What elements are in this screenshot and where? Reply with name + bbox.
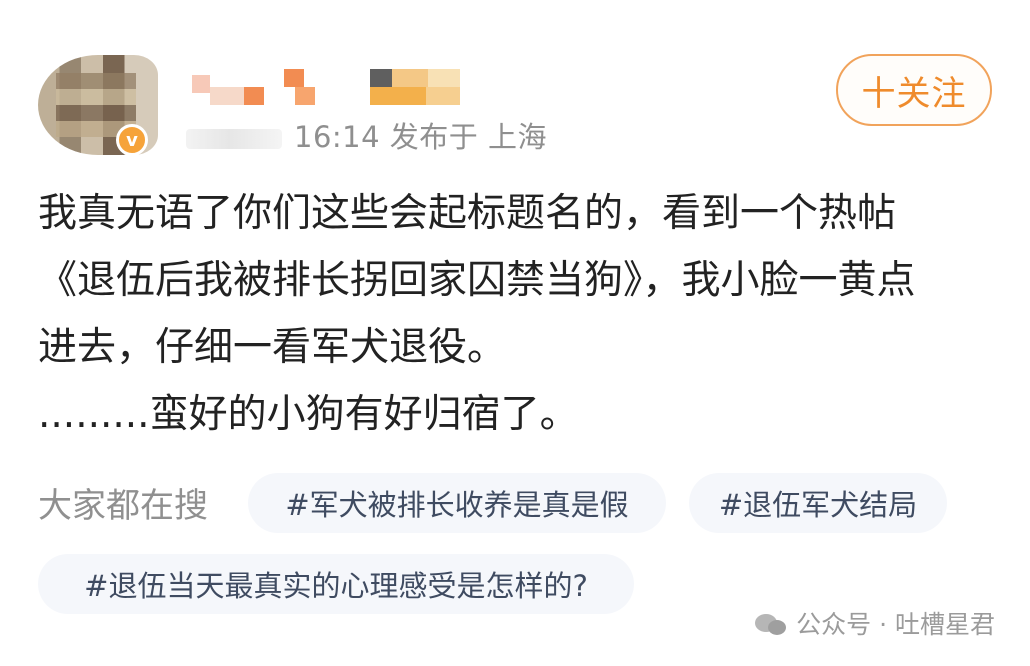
publish-location: 发布于 上海	[389, 120, 548, 154]
username-mosaic-block-7	[392, 69, 428, 87]
post-meta: 16:14 发布于 上海	[186, 114, 547, 156]
watermark-text: 公众号 · 吐槽星君	[796, 610, 995, 639]
username-mosaic-block-5	[295, 87, 315, 105]
username-mosaic-block-8	[428, 69, 460, 87]
follow-button[interactable]: 十关注	[836, 54, 992, 126]
username-mosaic-block-10	[426, 87, 460, 105]
search-tag[interactable]: #退伍军犬结局	[689, 473, 947, 533]
verified-badge-icon: v	[116, 124, 148, 156]
search-tag[interactable]: #军犬被排长收养是真是假	[248, 473, 666, 533]
username-mosaic-block-4	[284, 69, 304, 87]
search-tag[interactable]: #退伍当天最真实的心理感受是怎样的?	[38, 554, 634, 614]
username-mosaic[interactable]	[192, 69, 482, 109]
username-mosaic-block-1	[192, 75, 210, 93]
search-label: 大家都在搜	[38, 486, 208, 526]
username-mosaic-block-9	[370, 87, 426, 105]
post-time: 16:14	[294, 120, 381, 154]
post-content: 我真无语了你们这些会起标题名的，看到一个热帖 《退伍后我被排长拐回家囚禁当狗》，…	[38, 191, 916, 437]
username-mosaic-block-6	[370, 69, 392, 87]
username-mosaic-block-3	[244, 87, 264, 105]
timestamp-mask	[186, 129, 282, 149]
wechat-icon	[754, 606, 788, 640]
watermark: 公众号 · 吐槽星君	[754, 605, 995, 641]
